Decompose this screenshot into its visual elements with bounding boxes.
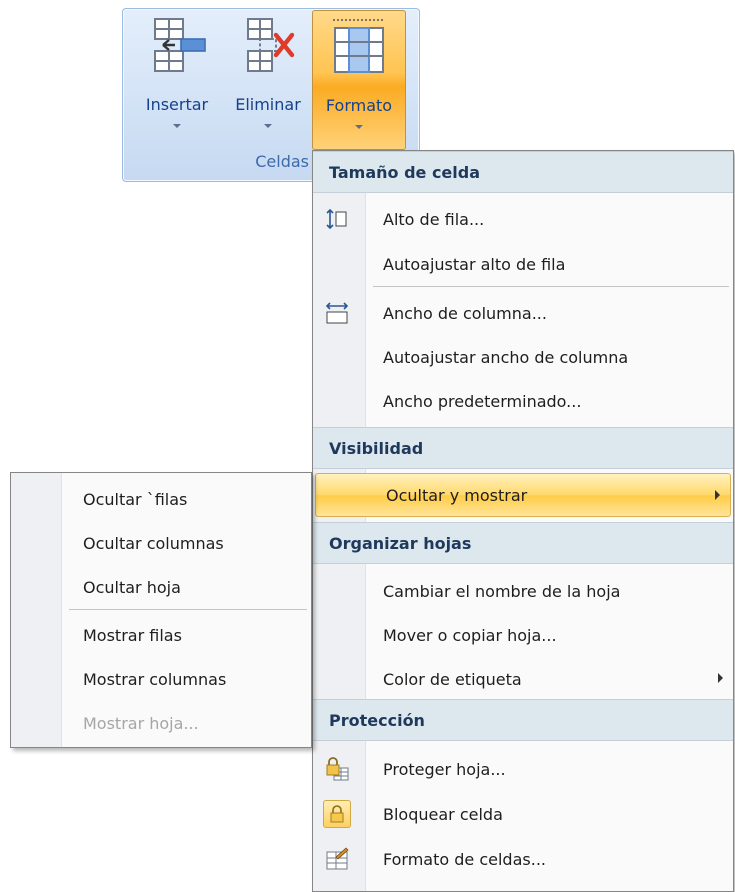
menu-item-default-width[interactable]: Ancho predeterminado... <box>313 379 733 423</box>
menu-item-show-rows[interactable]: Mostrar filas <box>11 613 311 657</box>
format-button[interactable]: Formato <box>312 10 406 150</box>
menu-item-label: Cambiar el nombre de la hoja <box>383 581 621 601</box>
menu-item-rename-sheet[interactable]: Cambiar el nombre de la hoja <box>313 569 733 613</box>
menu-item-label: Mostrar filas <box>83 625 182 645</box>
delete-dropdown-arrow-icon <box>264 124 272 128</box>
menu-item-move-copy-sheet[interactable]: Mover o copiar hoja... <box>313 613 733 657</box>
column-width-icon <box>323 299 351 327</box>
menu-item-label: Formato de celdas... <box>383 849 546 869</box>
menu-item-protect-sheet[interactable]: Proteger hoja... <box>313 747 733 791</box>
menu-item-format-cells[interactable]: Formato de celdas... <box>313 837 733 881</box>
menu-item-label: Color de etiqueta <box>383 669 522 689</box>
menu-item-label: Ancho predeterminado... <box>383 391 582 411</box>
section-header-visibility: Visibilidad <box>313 427 733 469</box>
menu-item-hide-columns[interactable]: Ocultar columnas <box>11 521 311 565</box>
menu-separator <box>373 286 729 287</box>
format-dropdown-menu: Tamaño de celda Alto de fila... Autoajus… <box>312 150 734 892</box>
menu-separator <box>69 609 307 610</box>
section-header-cell-size: Tamaño de celda <box>313 151 733 193</box>
menu-item-hide-and-show[interactable]: Ocultar y mostrar <box>315 473 731 517</box>
menu-item-tab-color[interactable]: Color de etiqueta <box>313 657 733 701</box>
lock-cell-icon-wrapper <box>323 800 351 828</box>
menu-item-label: Autoajustar ancho de columna <box>383 347 629 367</box>
menu-item-autofit-row-height[interactable]: Autoajustar alto de fila <box>313 242 733 286</box>
format-dropdown-arrow-icon <box>355 125 363 129</box>
delete-cells-icon <box>247 18 295 72</box>
menu-item-label: Ocultar `filas <box>83 489 188 509</box>
delete-button[interactable]: Eliminar <box>223 13 313 151</box>
lock-icon <box>323 800 351 828</box>
menu-item-label: Proteger hoja... <box>383 759 506 779</box>
insert-cells-icon <box>154 18 206 72</box>
format-cells-dialog-icon <box>323 845 351 873</box>
insert-button[interactable]: Insertar <box>133 13 221 151</box>
menu-item-label: Bloquear celda <box>383 804 503 824</box>
menu-item-autofit-column-width[interactable]: Autoajustar ancho de columna <box>313 335 733 379</box>
row-height-icon <box>323 205 351 233</box>
insert-dropdown-arrow-icon <box>173 124 181 128</box>
menu-item-label: Ocultar hoja <box>83 577 181 597</box>
menu-item-show-columns[interactable]: Mostrar columnas <box>11 657 311 701</box>
section-header-protection: Protección <box>313 699 733 741</box>
menu-item-label: Autoajustar alto de fila <box>383 254 566 274</box>
group-label-celdas: Celdas <box>255 152 309 171</box>
submenu-arrow-icon <box>715 490 720 500</box>
menu-item-label: Mostrar columnas <box>83 669 227 689</box>
format-button-label: Formato <box>325 96 393 115</box>
hide-show-submenu: Ocultar `filas Ocultar columnas Ocultar … <box>10 472 312 748</box>
menu-item-hide-sheet[interactable]: Ocultar hoja <box>11 565 311 609</box>
menu-item-row-height[interactable]: Alto de fila... <box>313 197 733 241</box>
menu-item-label: Ocultar y mostrar <box>386 485 528 505</box>
menu-item-label: Ancho de columna... <box>383 303 547 323</box>
menu-item-hide-rows[interactable]: Ocultar `filas <box>11 477 311 521</box>
menu-item-label: Ocultar columnas <box>83 533 224 553</box>
protect-sheet-icon <box>323 755 351 783</box>
menu-item-label: Mostrar hoja... <box>83 713 199 733</box>
submenu-arrow-icon <box>718 673 723 683</box>
menu-item-label: Alto de fila... <box>383 209 485 229</box>
menu-item-lock-cell[interactable]: Bloquear celda <box>313 792 733 836</box>
menu-item-show-sheet: Mostrar hoja... <box>11 701 311 745</box>
section-header-organize-sheets: Organizar hojas <box>313 522 733 564</box>
insert-button-label: Insertar <box>145 95 209 114</box>
menu-item-column-width[interactable]: Ancho de columna... <box>313 291 733 335</box>
menu-item-label: Mover o copiar hoja... <box>383 625 557 645</box>
delete-button-label: Eliminar <box>235 95 301 114</box>
format-cells-icon <box>333 19 385 73</box>
